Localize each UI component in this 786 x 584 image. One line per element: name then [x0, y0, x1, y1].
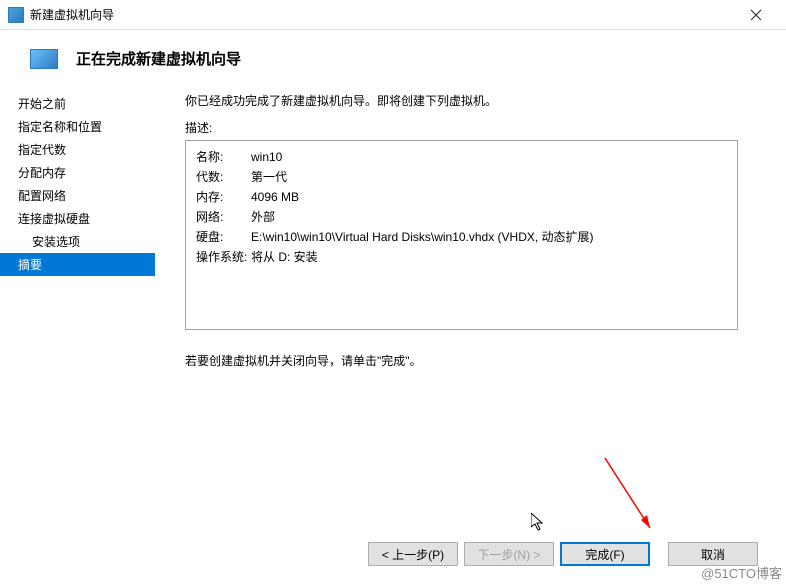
desc-val: win10	[251, 148, 727, 166]
intro-text: 你已经成功完成了新建虚拟机向导。即将创建下列虚拟机。	[185, 92, 738, 109]
desc-row: 网络:外部	[196, 207, 727, 227]
wizard-icon	[30, 49, 58, 69]
desc-row: 代数:第一代	[196, 167, 727, 187]
sidebar-item-6[interactable]: 安装选项	[0, 230, 155, 253]
wizard-main: 你已经成功完成了新建虚拟机向导。即将创建下列虚拟机。 描述: 名称:win10代…	[155, 89, 786, 519]
finish-hint: 若要创建虚拟机并关闭向导，请单击"完成"。	[185, 352, 738, 369]
watermark-text: @51CTO博客	[701, 563, 782, 582]
wizard-sidebar: 开始之前指定名称和位置指定代数分配内存配置网络连接虚拟硬盘安装选项摘要	[0, 89, 155, 519]
desc-row: 内存:4096 MB	[196, 187, 727, 207]
close-button[interactable]	[733, 0, 778, 30]
sidebar-item-0[interactable]: 开始之前	[0, 92, 155, 115]
button-bar: < 上一步(P) 下一步(N) > 完成(F) 取消	[368, 542, 758, 566]
desc-key: 网络:	[196, 208, 251, 226]
desc-val: 第一代	[251, 168, 727, 186]
desc-val: 外部	[251, 208, 727, 226]
wizard-body: 开始之前指定名称和位置指定代数分配内存配置网络连接虚拟硬盘安装选项摘要 你已经成…	[0, 89, 786, 519]
desc-val: 4096 MB	[251, 188, 727, 206]
titlebar: 新建虚拟机向导	[0, 0, 786, 30]
sidebar-item-2[interactable]: 指定代数	[0, 138, 155, 161]
desc-key: 代数:	[196, 168, 251, 186]
desc-key: 操作系统:	[196, 248, 251, 266]
desc-key: 内存:	[196, 188, 251, 206]
desc-row: 硬盘:E:\win10\win10\Virtual Hard Disks\win…	[196, 227, 727, 247]
sidebar-item-5[interactable]: 连接虚拟硬盘	[0, 207, 155, 230]
desc-key: 硬盘:	[196, 228, 251, 246]
page-title: 正在完成新建虚拟机向导	[76, 48, 241, 69]
next-button: 下一步(N) >	[464, 542, 554, 566]
desc-row: 名称:win10	[196, 147, 727, 167]
previous-button[interactable]: < 上一步(P)	[368, 542, 458, 566]
desc-val: E:\win10\win10\Virtual Hard Disks\win10.…	[251, 228, 727, 246]
description-box: 名称:win10代数:第一代内存:4096 MB网络:外部硬盘:E:\win10…	[185, 140, 738, 330]
sidebar-item-3[interactable]: 分配内存	[0, 161, 155, 184]
window-title: 新建虚拟机向导	[30, 6, 733, 23]
wizard-header: 正在完成新建虚拟机向导	[0, 30, 786, 89]
app-icon	[8, 7, 24, 23]
sidebar-item-1[interactable]: 指定名称和位置	[0, 115, 155, 138]
desc-val: 将从 D: 安装	[251, 248, 727, 266]
sidebar-item-7[interactable]: 摘要	[0, 253, 155, 276]
close-icon	[750, 9, 762, 21]
desc-key: 名称:	[196, 148, 251, 166]
finish-button[interactable]: 完成(F)	[560, 542, 650, 566]
sidebar-item-4[interactable]: 配置网络	[0, 184, 155, 207]
description-label: 描述:	[185, 119, 738, 136]
desc-row: 操作系统:将从 D: 安装	[196, 247, 727, 267]
